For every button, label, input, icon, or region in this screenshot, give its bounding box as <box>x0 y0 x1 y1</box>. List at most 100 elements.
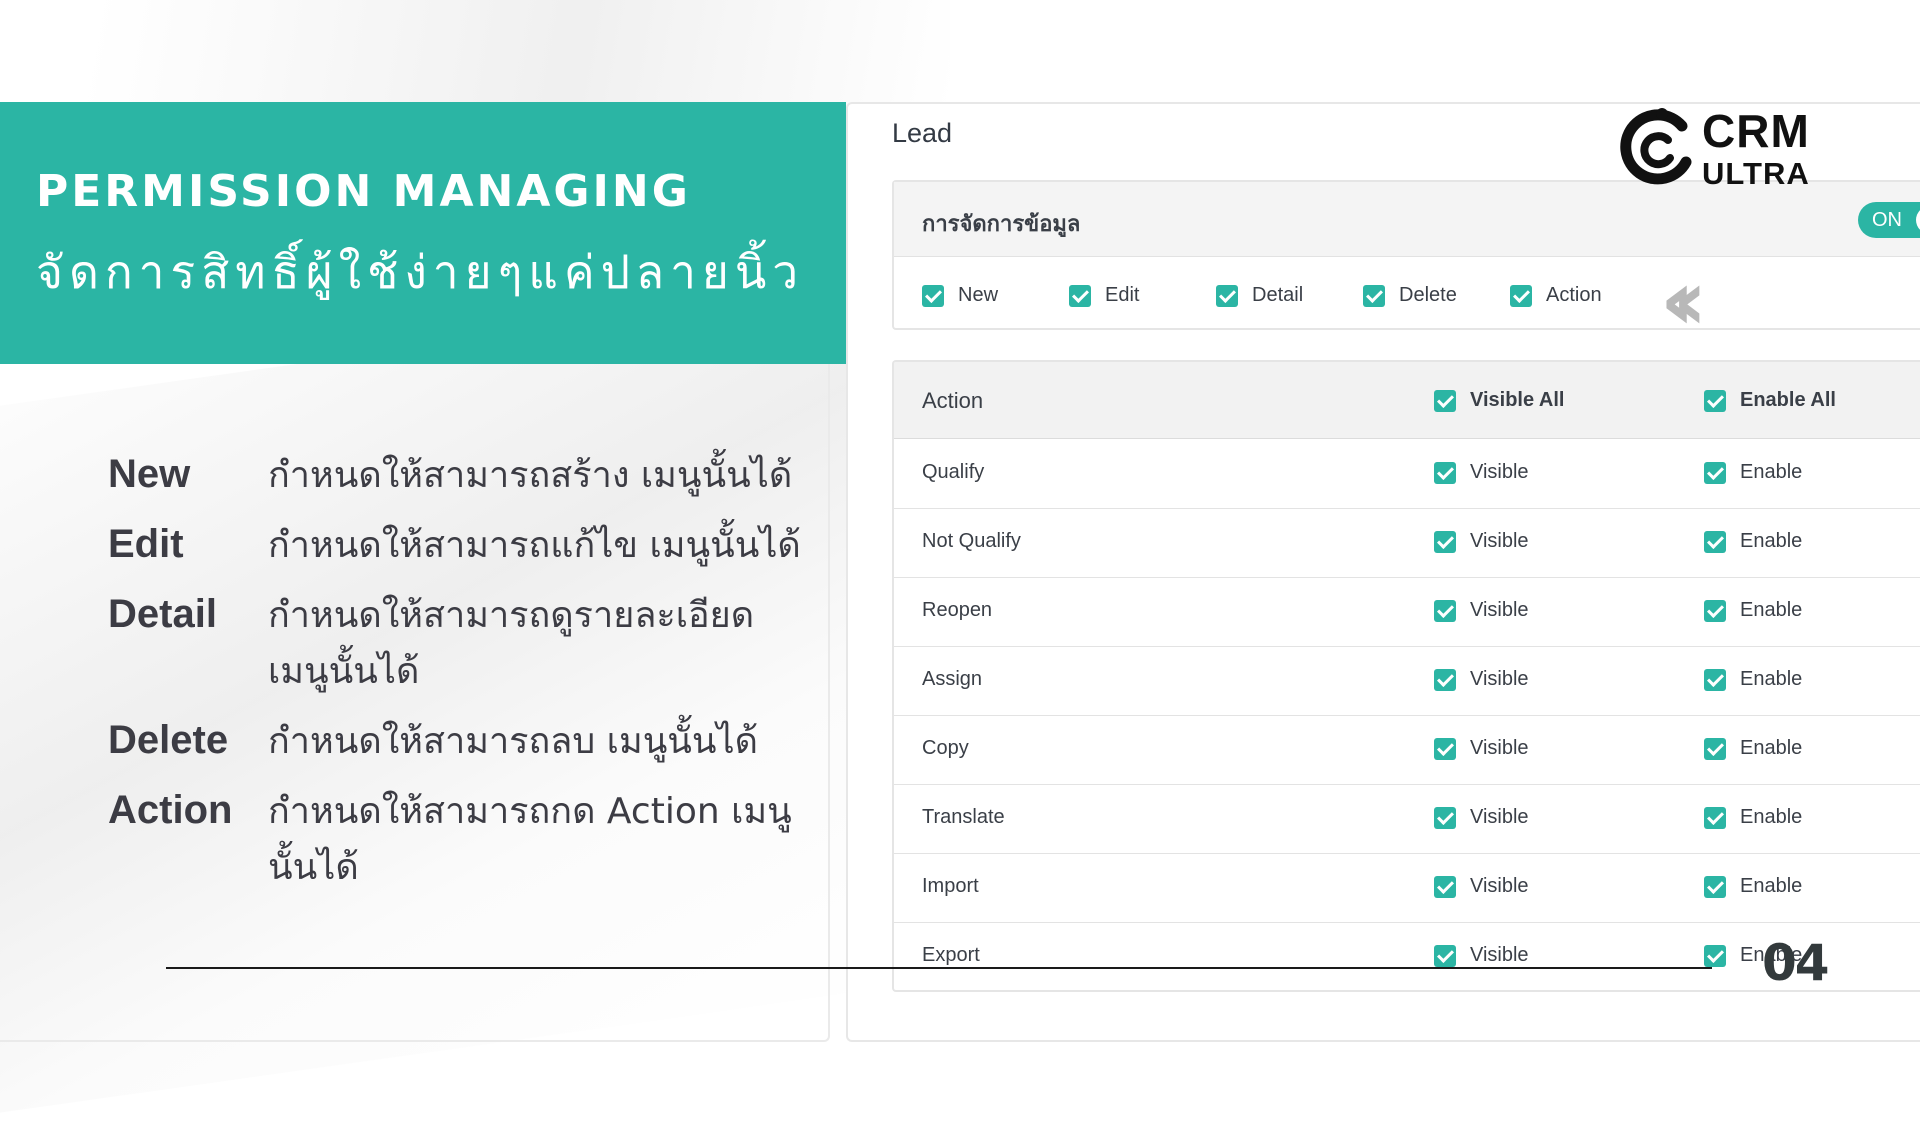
legend-term: Edit <box>108 522 184 566</box>
legend-description: กำหนดให้สามารถดูรายละเอียด เมนูนั้นได้ <box>268 595 755 692</box>
table-header: Action Visible All Enable All <box>894 362 1920 439</box>
permission-label: Delete <box>1399 284 1457 306</box>
legend-row-detail: Detail กำหนดให้สามารถดูรายละเอียด เมนูนั… <box>108 588 808 700</box>
permission-label: Edit <box>1105 284 1140 306</box>
visible-checkbox[interactable]: Visible <box>1434 944 1529 967</box>
checkbox-checked-icon[interactable] <box>1069 284 1091 307</box>
page-number: 04 <box>1762 934 1830 992</box>
visible-label: Visible <box>1470 806 1529 828</box>
checkbox-checked-icon[interactable] <box>1434 599 1456 622</box>
enable-checkbox[interactable]: Enable <box>1704 668 1802 691</box>
module-title: Lead <box>892 118 953 148</box>
legend-row-delete: Delete กำหนดให้สามารถลบ เมนูนั้นได้ <box>108 714 808 770</box>
enable-label: Enable <box>1740 806 1803 828</box>
toggle-label: ON <box>1872 209 1902 231</box>
row-action-name: Import <box>922 875 979 897</box>
toggle-knob <box>1916 206 1920 234</box>
table-row: Import Visible Enable <box>894 853 1920 923</box>
checkbox-checked-icon[interactable] <box>1704 389 1726 412</box>
visible-checkbox[interactable]: Visible <box>1434 530 1529 553</box>
enable-checkbox[interactable]: Enable <box>1704 530 1802 553</box>
row-action-name: Reopen <box>922 599 993 621</box>
row-action-name: Qualify <box>922 461 985 483</box>
data-management-header: การจัดการข้อมูล ON <box>894 182 1920 257</box>
checkbox-checked-icon[interactable] <box>1434 389 1456 412</box>
table-row: Qualify Visible Enable <box>894 439 1920 509</box>
visible-label: Visible <box>1470 599 1529 621</box>
logo-mark-icon <box>1620 108 1692 185</box>
checkbox-checked-icon[interactable] <box>1704 737 1726 760</box>
checkbox-checked-icon[interactable] <box>1434 944 1456 967</box>
checkbox-checked-icon[interactable] <box>1704 806 1726 829</box>
checkbox-checked-icon[interactable] <box>1434 737 1456 760</box>
checkbox-checked-icon[interactable] <box>1510 284 1532 307</box>
checkbox-checked-icon[interactable] <box>1704 461 1726 484</box>
enable-checkbox[interactable]: Enable <box>1704 599 1802 622</box>
visible-checkbox[interactable]: Visible <box>1434 599 1529 622</box>
visible-all-checkbox[interactable]: Visible All <box>1434 389 1564 412</box>
permission-checkbox-row: New Edit Detail Delete Action <box>922 284 1657 307</box>
permission-edit[interactable]: Edit <box>1069 284 1216 307</box>
row-action-name: Copy <box>922 737 969 759</box>
data-management-toggle[interactable]: ON <box>1858 202 1920 238</box>
checkbox-checked-icon[interactable] <box>1434 806 1456 829</box>
permission-action[interactable]: Action <box>1510 284 1657 307</box>
permission-label: New <box>958 284 999 306</box>
action-permission-table: Action Visible All Enable All Qualify Vi… <box>892 360 1920 992</box>
enable-label: Enable <box>1740 599 1803 621</box>
row-action-name: Translate <box>922 806 1005 828</box>
visible-checkbox[interactable]: Visible <box>1434 668 1529 691</box>
legend-term: New <box>108 452 191 496</box>
checkbox-checked-icon[interactable] <box>1434 530 1456 553</box>
enable-label: Enable <box>1740 668 1803 690</box>
visible-checkbox[interactable]: Visible <box>1434 806 1529 829</box>
enable-checkbox[interactable]: Enable <box>1704 737 1802 760</box>
permission-delete[interactable]: Delete <box>1363 284 1510 307</box>
enable-checkbox[interactable]: Enable <box>1704 461 1802 484</box>
table-row: Copy Visible Enable <box>894 715 1920 785</box>
legend-row-action: Action กำหนดให้สามารถกด Action เมนูนั้นไ… <box>108 784 808 896</box>
visible-label: Visible <box>1470 944 1529 966</box>
checkbox-checked-icon[interactable] <box>1363 284 1385 307</box>
enable-all-checkbox[interactable]: Enable All <box>1704 389 1836 412</box>
visible-checkbox[interactable]: Visible <box>1434 461 1529 484</box>
checkbox-checked-icon[interactable] <box>1704 944 1726 967</box>
banner-title: PERMISSION MANAGING <box>36 166 691 217</box>
visible-checkbox[interactable]: Visible <box>1434 875 1529 898</box>
visible-label: Visible <box>1470 737 1529 759</box>
checkbox-checked-icon[interactable] <box>1216 284 1238 307</box>
permission-label: Detail <box>1252 284 1304 306</box>
logo-text-crm: CRM <box>1702 105 1810 157</box>
enable-checkbox[interactable]: Enable <box>1704 875 1802 898</box>
legend-description: กำหนดให้สามารถสร้าง เมนูนั้นได้ <box>268 455 793 496</box>
checkbox-checked-icon[interactable] <box>1434 461 1456 484</box>
permission-new[interactable]: New <box>922 284 1069 307</box>
legend-term: Detail <box>108 592 217 636</box>
enable-label: Enable <box>1740 737 1803 759</box>
data-management-section: การจัดการข้อมูล ON New Edit Detail Delet… <box>892 180 1920 330</box>
enable-checkbox[interactable]: Enable <box>1704 806 1802 829</box>
visible-checkbox[interactable]: Visible <box>1434 737 1529 760</box>
checkbox-checked-icon[interactable] <box>1704 668 1726 691</box>
enable-label: Enable <box>1740 530 1803 552</box>
column-header-action: Action <box>922 388 984 413</box>
row-action-name: Not Qualify <box>922 530 1021 552</box>
crm-ultra-logo: CRM ULTRA <box>1612 105 1812 192</box>
visible-label: Visible <box>1470 461 1529 483</box>
table-row: Translate Visible Enable <box>894 784 1920 854</box>
checkbox-checked-icon[interactable] <box>1704 599 1726 622</box>
permission-detail[interactable]: Detail <box>1216 284 1363 307</box>
banner-subtitle: จัดการสิทธิ์ผู้ใช้ง่ายๆแค่ปลายนิ้ว <box>36 245 805 299</box>
checkbox-checked-icon[interactable] <box>1434 668 1456 691</box>
legend-description: กำหนดให้สามารถลบ เมนูนั้นได้ <box>268 721 759 762</box>
checkbox-checked-icon[interactable] <box>1704 530 1726 553</box>
legend-row-new: New กำหนดให้สามารถสร้าง เมนูนั้นได้ <box>108 448 808 504</box>
checkbox-checked-icon[interactable] <box>1704 875 1726 898</box>
legend-description: กำหนดให้สามารถกด Action เมนูนั้นได้ <box>268 791 792 888</box>
checkbox-checked-icon[interactable] <box>922 284 944 307</box>
table-row: Reopen Visible Enable <box>894 577 1920 647</box>
checkbox-checked-icon[interactable] <box>1434 875 1456 898</box>
visible-label: Visible <box>1470 668 1529 690</box>
legend-row-edit: Edit กำหนดให้สามารถแก้ไข เมนูนั้นได้ <box>108 518 808 574</box>
double-chevron-left-icon: ‹‹ <box>1660 251 1707 349</box>
